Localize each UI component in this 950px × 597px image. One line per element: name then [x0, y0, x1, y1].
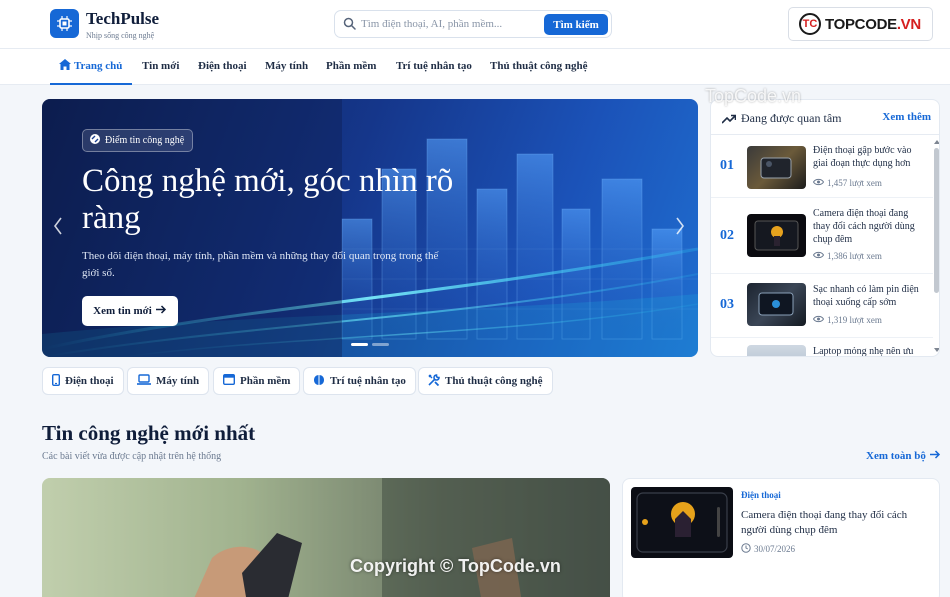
trending-item-3[interactable]: 03 Sạc nhanh có làm pin điện thoại xuống… [711, 274, 933, 338]
laptop-icon [137, 374, 151, 388]
eye-icon [812, 315, 825, 325]
hero-prev-button[interactable] [50, 216, 66, 240]
side-card-date: 30/07/2026 [741, 543, 795, 555]
featured-photo [42, 478, 610, 597]
trending-scrollbar[interactable] [932, 136, 940, 356]
watermark-top: TopCode.vn [705, 86, 802, 106]
topcode-watermark-logo: TC TOPCODE.VN [788, 7, 933, 41]
category-chip-ai[interactable]: Trí tuệ nhân tạo [303, 367, 416, 395]
side-card-date-label: 30/07/2026 [754, 544, 796, 554]
featured-article-image[interactable] [42, 478, 610, 597]
brand-name[interactable]: TechPulse [86, 9, 159, 29]
trending-item-title[interactable]: Laptop mỏng nhẹ nên ưu [813, 345, 925, 356]
trending-thumb[interactable] [747, 146, 806, 189]
eye-icon [812, 178, 825, 188]
trending-more-link[interactable]: Xem thêm [882, 111, 931, 123]
trending-thumb[interactable] [747, 345, 806, 356]
category-chip-software[interactable]: Phần mềm [213, 367, 301, 395]
trending-up-icon [721, 111, 737, 129]
search-bar: Tìm kiếm [334, 10, 612, 38]
trending-item-4[interactable]: Laptop mỏng nhẹ nên ưu [711, 338, 933, 356]
trending-title: Đang được quan tâm [741, 111, 842, 125]
trending-item-2[interactable]: 02 Camera điện thoại đang thay đổi cách … [711, 198, 933, 274]
hero-read-button-label: Xem tin mới [93, 305, 152, 317]
trending-item-title[interactable]: Camera điện thoại đang thay đổi cách ngư… [813, 207, 925, 246]
category-chip-label: Phần mềm [240, 375, 291, 387]
trending-views: 1,386 lượt xem [812, 251, 882, 261]
category-chip-phones[interactable]: Điện thoại [42, 367, 124, 395]
hero-slider: Điểm tin công nghệ Công nghệ mới, góc nh… [42, 99, 698, 357]
search-icon [343, 17, 356, 35]
category-chip-tips[interactable]: Thủ thuật công nghệ [418, 367, 553, 395]
slider-dot-1[interactable] [351, 343, 368, 346]
hero-description: Theo dõi điện thoại, máy tính, phần mềm … [82, 250, 439, 279]
window-icon [222, 373, 236, 388]
main-nav: Trang chủ Tin mới Điện thoại Máy tính Ph… [0, 49, 950, 85]
brain-icon [313, 374, 325, 389]
chevron-right-icon [675, 217, 685, 240]
scroll-down-icon[interactable] [933, 346, 940, 354]
chip-logo-icon[interactable] [50, 9, 79, 38]
category-chip-label: Thủ thuật công nghệ [445, 375, 543, 387]
trending-item-title[interactable]: Sạc nhanh có làm pin điện thoại xuống cấ… [813, 283, 925, 309]
eye-icon [812, 251, 825, 261]
side-card-thumb[interactable] [631, 487, 733, 558]
trending-rank: 01 [720, 158, 734, 173]
nav-item-phones[interactable]: Điện thoại [198, 49, 247, 85]
tools-icon [428, 373, 440, 389]
watermark-bottom: Copyright © TopCode.vn [350, 556, 561, 576]
home-icon [59, 50, 71, 85]
hero-badge-label: Điểm tin công nghệ [105, 135, 185, 146]
side-card-category[interactable]: Điện thoại [741, 490, 781, 500]
trending-rank: 03 [720, 297, 734, 312]
hero-next-button[interactable] [672, 216, 688, 240]
clock-icon [741, 543, 751, 555]
trending-views: 1,457 lượt xem [812, 178, 882, 188]
view-all-link[interactable]: Xem toàn bộ [866, 450, 941, 462]
hero-read-button[interactable]: Xem tin mới [82, 296, 178, 326]
view-all-label: Xem toàn bộ [866, 450, 926, 462]
trending-views-label: 1,386 lượt xem [827, 251, 882, 261]
brand-tagline: Nhịp sống công nghệ [86, 31, 155, 40]
scrollbar-thumb[interactable] [934, 148, 939, 293]
category-chip-label: Máy tính [156, 375, 200, 387]
phone-icon [51, 373, 60, 389]
nav-item-ai[interactable]: Trí tuệ nhân tạo [396, 49, 472, 85]
search-button[interactable]: Tìm kiếm [544, 14, 608, 35]
trending-views-label: 1,457 lượt xem [827, 178, 882, 188]
chevron-left-icon [53, 217, 63, 240]
category-chip-computers[interactable]: Máy tính [127, 367, 210, 395]
latest-section-subtitle: Các bài viết vừa được cập nhật trên hệ t… [42, 451, 222, 462]
nav-item-software[interactable]: Phần mềm [326, 49, 376, 85]
nav-item-news[interactable]: Tin mới [142, 49, 179, 85]
category-chip-label: Trí tuệ nhân tạo [330, 375, 406, 387]
side-card-title[interactable]: Camera điện thoại đang thay đổi cách ngư… [741, 508, 931, 538]
latest-side-card[interactable]: Điện thoại Camera điện thoại đang thay đ… [622, 478, 940, 597]
search-input[interactable] [361, 15, 539, 33]
topcode-logo-text: TOPCODE.VN [825, 15, 921, 33]
nav-item-tips[interactable]: Thủ thuật công nghệ [490, 49, 588, 85]
satellite-icon [89, 133, 101, 148]
trending-rank: 02 [720, 228, 734, 243]
trending-item-1[interactable]: 01 Điện thoại gập bước vào giai đoạn thự… [711, 136, 933, 198]
nav-item-home[interactable]: Trang chủ [50, 49, 132, 85]
scroll-up-icon[interactable] [933, 138, 940, 146]
hero-badge: Điểm tin công nghệ [82, 129, 194, 152]
arrow-right-icon [155, 305, 167, 317]
site-header: TechPulse Nhịp sống công nghệ Tìm kiếm T… [0, 0, 950, 49]
arrow-right-icon [929, 450, 941, 462]
nav-item-computers[interactable]: Máy tính [265, 49, 308, 85]
trending-thumb[interactable] [747, 214, 806, 257]
hero-title: Công nghệ mới, góc nhìn rõ ràng [82, 163, 454, 236]
latest-section-title: Tin công nghệ mới nhất [42, 421, 256, 445]
trending-views-label: 1,319 lượt xem [827, 315, 882, 325]
category-chip-label: Điện thoại [65, 375, 114, 387]
trending-panel: Đang được quan tâm Xem thêm 01 Điện thoạ… [710, 99, 940, 357]
trending-item-title[interactable]: Điện thoại gập bước vào giai đoạn thực d… [813, 144, 925, 170]
slider-dot-2[interactable] [372, 343, 389, 346]
topcode-badge-icon: TC [799, 13, 821, 35]
trending-views: 1,319 lượt xem [812, 315, 882, 325]
trending-thumb[interactable] [747, 283, 806, 326]
